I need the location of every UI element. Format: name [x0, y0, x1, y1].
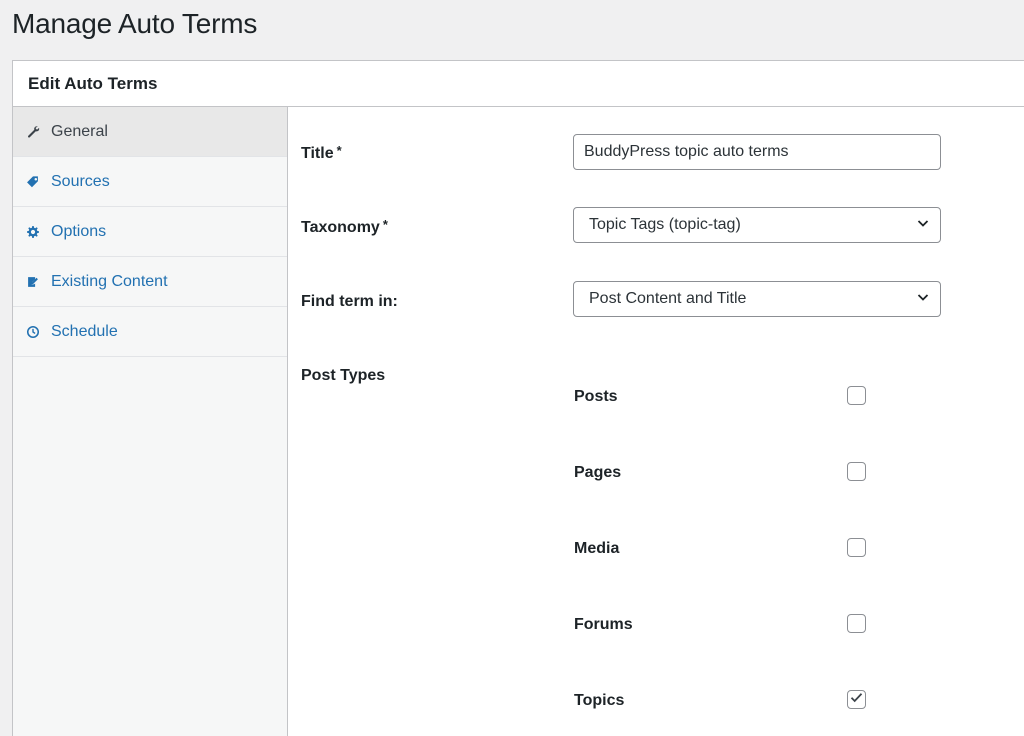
post-type-forums-label: Forums — [574, 616, 633, 633]
edit-page-icon — [25, 274, 41, 290]
tab-existing-content-label: Existing Content — [51, 272, 168, 290]
general-settings-form: Title* Taxonomy* Topic Tags (topic-tag) … — [289, 107, 1024, 736]
tag-icon — [25, 174, 41, 190]
find-term-label: Find term in: — [301, 293, 398, 310]
tab-schedule[interactable]: Schedule — [13, 307, 287, 357]
post-type-topics-checkbox[interactable] — [847, 690, 866, 709]
required-marker: * — [336, 143, 342, 158]
tab-general-label: General — [51, 122, 108, 140]
tab-sources-label: Sources — [51, 172, 110, 190]
clock-icon — [25, 324, 41, 340]
post-type-forums-checkbox[interactable] — [847, 614, 866, 633]
wrench-icon — [25, 124, 41, 140]
settings-tabs-sidebar: General Sources Options Existing Content… — [13, 107, 288, 736]
post-type-posts-checkbox[interactable] — [847, 386, 866, 405]
page-title: Manage Auto Terms — [12, 8, 258, 39]
title-label-text: Title — [301, 145, 334, 162]
tab-sources[interactable]: Sources — [13, 157, 287, 207]
post-type-posts-label: Posts — [574, 388, 618, 405]
checkmark-icon — [849, 690, 864, 710]
taxonomy-select[interactable]: Topic Tags (topic-tag) — [573, 207, 941, 243]
tab-schedule-label: Schedule — [51, 322, 118, 340]
tab-options-label: Options — [51, 222, 107, 240]
panel-title: Edit Auto Terms — [28, 73, 158, 93]
title-input[interactable] — [573, 134, 941, 170]
gear-icon — [25, 224, 41, 240]
taxonomy-select-value: Topic Tags (topic-tag) — [589, 216, 741, 233]
title-label: Title * — [301, 143, 342, 163]
edit-auto-terms-panel: Edit Auto Terms General Sources Options … — [12, 60, 1024, 736]
post-type-pages-label: Pages — [574, 464, 622, 481]
find-term-select-value: Post Content and Title — [589, 290, 747, 307]
taxonomy-label: Taxonomy * — [301, 217, 388, 237]
post-types-label: Post Types — [301, 367, 386, 384]
tab-existing-content[interactable]: Existing Content — [13, 257, 287, 307]
post-type-pages-checkbox[interactable] — [847, 462, 866, 481]
required-marker: * — [382, 217, 388, 232]
chevron-down-icon — [916, 216, 930, 235]
post-type-media-checkbox[interactable] — [847, 538, 866, 557]
post-type-topics-label: Topics — [574, 692, 625, 709]
taxonomy-label-text: Taxonomy — [301, 219, 380, 236]
post-type-media-label: Media — [574, 540, 620, 557]
tab-options[interactable]: Options — [13, 207, 287, 257]
chevron-down-icon — [916, 290, 930, 309]
panel-header: Edit Auto Terms — [13, 61, 1024, 107]
find-term-select[interactable]: Post Content and Title — [573, 281, 941, 317]
tab-general[interactable]: General — [13, 107, 287, 157]
